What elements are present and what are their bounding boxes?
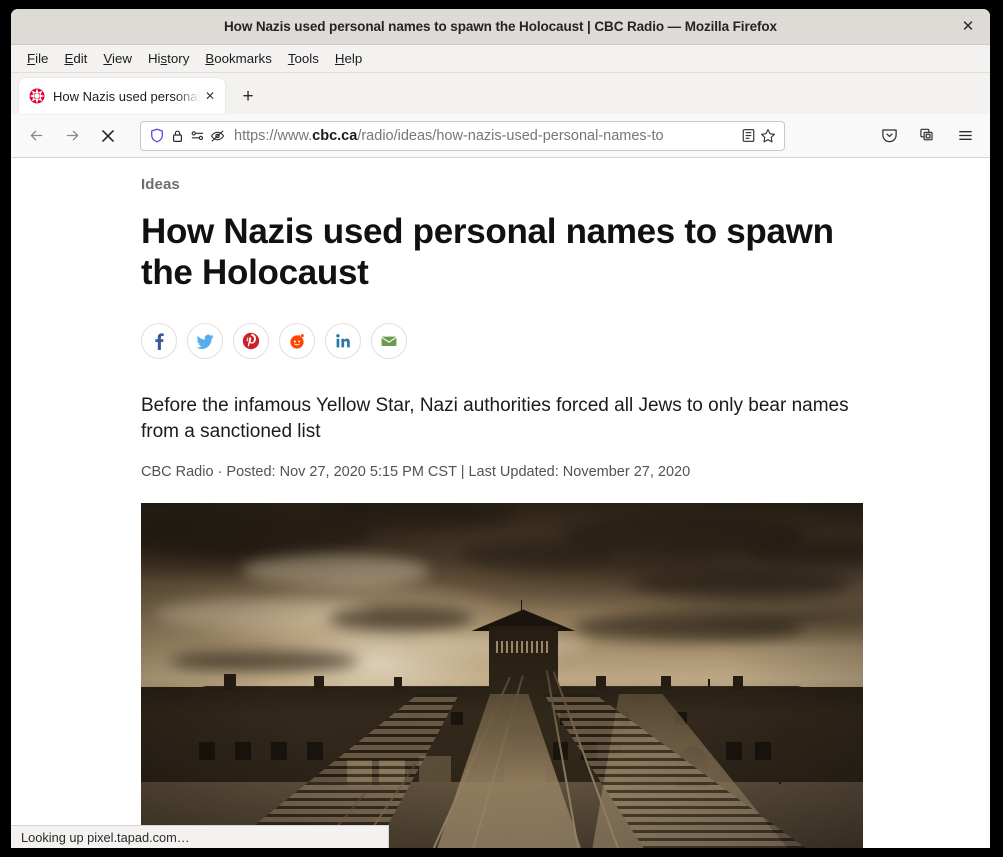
- page-content: Ideas How Nazis used personal names to s…: [11, 158, 990, 848]
- share-pinterest-icon[interactable]: [233, 322, 269, 359]
- chimney: [393, 677, 403, 691]
- new-tab-button[interactable]: +: [233, 81, 263, 111]
- status-text: Looking up pixel.tapad.com…: [21, 829, 190, 845]
- share-buttons: [141, 322, 990, 359]
- browser-tab-active[interactable]: How Nazis used personal ✕: [19, 78, 225, 114]
- navigation-toolbar: https://www.cbc.ca/radio/ideas/how-nazis…: [11, 114, 990, 158]
- toolbar-right-group: [866, 121, 980, 151]
- cloud-shape: [458, 539, 618, 570]
- share-email-icon[interactable]: [371, 322, 407, 359]
- share-reddit-icon[interactable]: [279, 322, 315, 359]
- menu-file[interactable]: File: [19, 48, 56, 69]
- container-tabs-icon[interactable]: [912, 121, 942, 151]
- url-text[interactable]: https://www.cbc.ca/radio/ideas/how-nazis…: [234, 128, 734, 144]
- pocket-icon[interactable]: [874, 121, 904, 151]
- article: Ideas How Nazis used personal names to s…: [11, 158, 990, 848]
- title-bar: How Nazis used personal names to spawn t…: [11, 9, 990, 45]
- bookmark-star-icon[interactable]: [758, 126, 778, 146]
- chimney: [733, 675, 744, 691]
- chimney: [224, 673, 236, 691]
- tab-close-button[interactable]: ✕: [201, 87, 219, 105]
- menu-help[interactable]: Help: [327, 48, 370, 69]
- share-twitter-icon[interactable]: [187, 322, 223, 359]
- share-linkedin-icon[interactable]: [325, 322, 361, 359]
- app-menu-icon[interactable]: [950, 121, 980, 151]
- menu-bookmarks[interactable]: Bookmarks: [197, 48, 280, 69]
- forward-arrow-icon[interactable]: [57, 121, 87, 151]
- menu-bar: File Edit View History Bookmarks Tools H…: [11, 45, 990, 73]
- window-close-button[interactable]: ✕: [956, 15, 980, 39]
- share-facebook-icon[interactable]: [141, 322, 177, 359]
- status-bar: Looking up pixel.tapad.com…: [11, 825, 389, 848]
- reader-mode-icon[interactable]: [738, 126, 758, 146]
- menu-tools[interactable]: Tools: [280, 48, 327, 69]
- article-kicker[interactable]: Ideas: [141, 176, 990, 193]
- url-bar[interactable]: https://www.cbc.ca/radio/ideas/how-nazis…: [140, 120, 785, 151]
- menu-history[interactable]: History: [140, 48, 197, 69]
- tab-strip: How Nazis used personal ✕ +: [11, 73, 990, 114]
- tab-title: How Nazis used personal: [53, 88, 201, 104]
- article-headline: How Nazis used personal names to spawn t…: [141, 212, 834, 293]
- cloud-shape: [169, 649, 358, 672]
- browser-window: How Nazis used personal names to spawn t…: [11, 9, 990, 848]
- track-ties: [543, 693, 836, 848]
- menu-edit[interactable]: Edit: [56, 48, 95, 69]
- tower-windows: [496, 640, 552, 654]
- permissions-icon[interactable]: [187, 126, 207, 146]
- menu-view[interactable]: View: [95, 48, 140, 69]
- stop-loading-button[interactable]: [93, 121, 123, 151]
- shield-icon[interactable]: [147, 126, 167, 146]
- tower-spire: [520, 599, 522, 612]
- window-title: How Nazis used personal names to spawn t…: [224, 19, 777, 34]
- padlock-icon[interactable]: [167, 126, 187, 146]
- chimney: [595, 675, 606, 691]
- autoplay-blocked-icon[interactable]: [207, 126, 227, 146]
- article-hero-image: [141, 503, 863, 848]
- chimney: [660, 675, 671, 691]
- article-byline: CBC Radio · Posted: Nov 27, 2020 5:15 PM…: [141, 464, 691, 481]
- back-arrow-icon[interactable]: [21, 121, 51, 151]
- article-standfirst: Before the infamous Yellow Star, Nazi au…: [141, 394, 849, 442]
- chimney: [314, 675, 325, 691]
- cbc-gem-icon: [29, 88, 45, 104]
